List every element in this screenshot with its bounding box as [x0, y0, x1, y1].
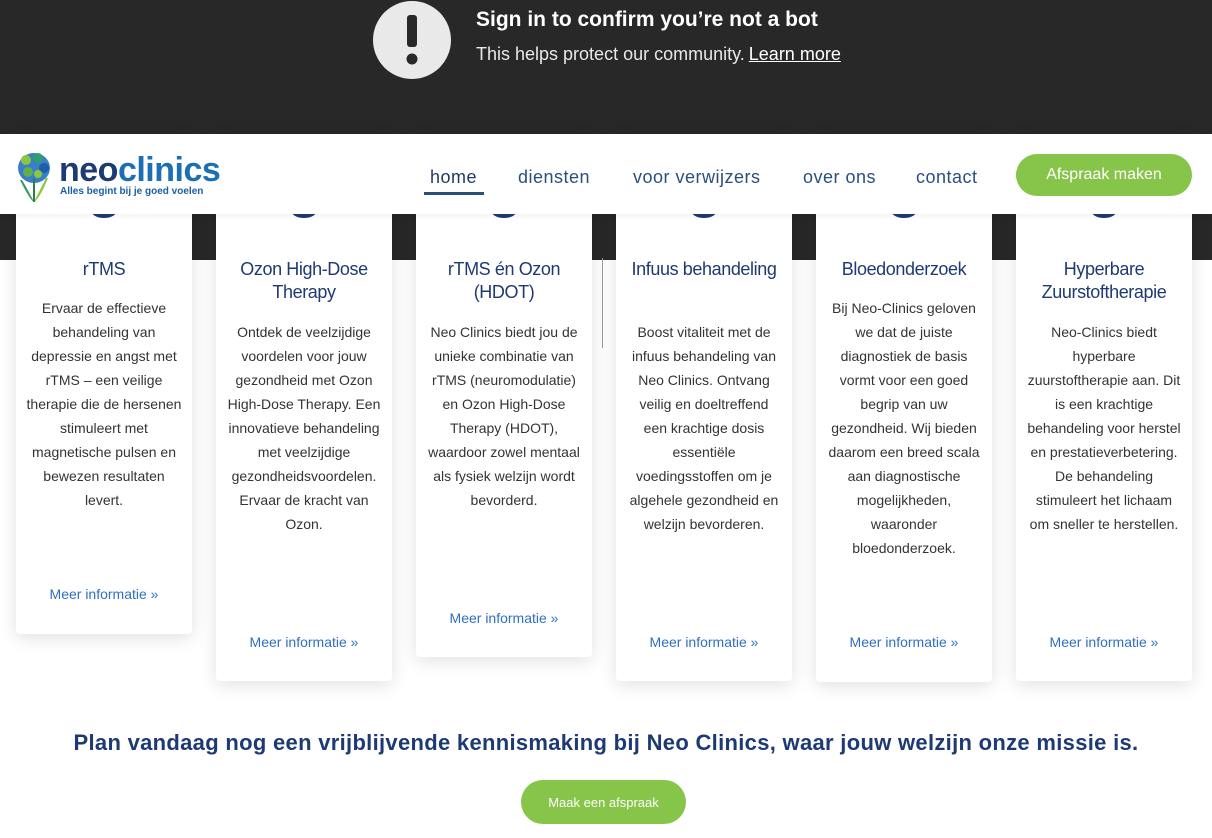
- nav-contact[interactable]: contact: [916, 167, 978, 188]
- service-title: Ozon High-Dose Therapy: [240, 259, 368, 302]
- cta-tagline: Plan vandaag nog een vrijblijvende kenni…: [73, 730, 1139, 755]
- nav-diensten[interactable]: diensten: [518, 167, 590, 188]
- afspraak-maken-button[interactable]: Afspraak maken: [1016, 154, 1192, 196]
- logo-tagline: Alles begint bij je goed voelen: [60, 186, 204, 197]
- service-card: Bloedonderzoek Bij Neo-Clinics geloven we…: [816, 134, 992, 682]
- maak-een-afspraak-button[interactable]: Maak een afspraak: [521, 780, 686, 824]
- nav-active-indicator: [424, 192, 484, 195]
- site-header: neoclinics Alles begint bij je goed voel…: [0, 134, 1212, 214]
- meer-informatie-link[interactable]: Meer informatie »: [616, 634, 792, 650]
- service-title: Infuus behandeling: [631, 259, 777, 279]
- logo-word-neo: neo: [59, 151, 118, 189]
- service-title: rTMS: [82, 259, 126, 279]
- meer-informatie-link[interactable]: Meer informatie »: [216, 634, 392, 650]
- service-title: rTMS én Ozon (HDOT): [447, 259, 561, 302]
- service-description: Neo Clinics biedt jou de unieke combinat…: [428, 324, 580, 508]
- overlay-subtitle-text: This helps protect our community.: [476, 44, 745, 64]
- nav-home[interactable]: home: [430, 167, 477, 188]
- overlay-title: Sign in to confirm you’re not a bot: [476, 8, 818, 31]
- brain-leaf-icon: [18, 153, 50, 202]
- nav-over-ons[interactable]: over ons: [803, 167, 876, 188]
- nav-voor-verwijzers[interactable]: voor verwijzers: [633, 167, 761, 188]
- service-description: Boost vitaliteit met de infuus behandeli…: [629, 324, 779, 532]
- meer-informatie-link[interactable]: Meer informatie »: [1016, 634, 1192, 650]
- service-description: Ontdek de veelzijdige voordelen voor jou…: [227, 324, 381, 532]
- meer-informatie-link[interactable]: Meer informatie »: [816, 634, 992, 650]
- service-card: Ozon High-Dose Therapy Ontdek de veelzijd…: [216, 134, 392, 681]
- overlay-subtitle: This helps protect our community. Learn m…: [476, 44, 841, 65]
- logo-wordmark: neoclinics: [59, 150, 221, 190]
- overlay-divider: [602, 258, 603, 348]
- meer-informatie-link[interactable]: Meer informatie »: [16, 586, 192, 602]
- service-title: Bloedonderzoek: [841, 259, 967, 279]
- logo-word-clinics: clinics: [117, 151, 221, 189]
- service-card: Hyperbare Zuurstoftherapie Neo-Clinics bi…: [1016, 134, 1192, 681]
- service-card: Infuus behandeling Boost vitaliteit met d…: [616, 134, 792, 681]
- service-title: Hyperbare Zuurstoftherapie: [1041, 259, 1167, 302]
- meer-informatie-link[interactable]: Meer informatie »: [416, 610, 592, 626]
- neoclinics-logo[interactable]: neoclinics Alles begint bij je goed voel…: [16, 148, 221, 204]
- learn-more-link[interactable]: Learn more: [749, 44, 841, 64]
- service-description: Neo-Clinics biedt hyperbare zuurstofther…: [1027, 324, 1181, 532]
- service-description: Ervaar de effectieve behandeling van dep…: [26, 300, 182, 508]
- service-description: Bij Neo-Clinics geloven we dat de juiste…: [828, 300, 980, 556]
- alert-circle-icon: [373, 1, 451, 79]
